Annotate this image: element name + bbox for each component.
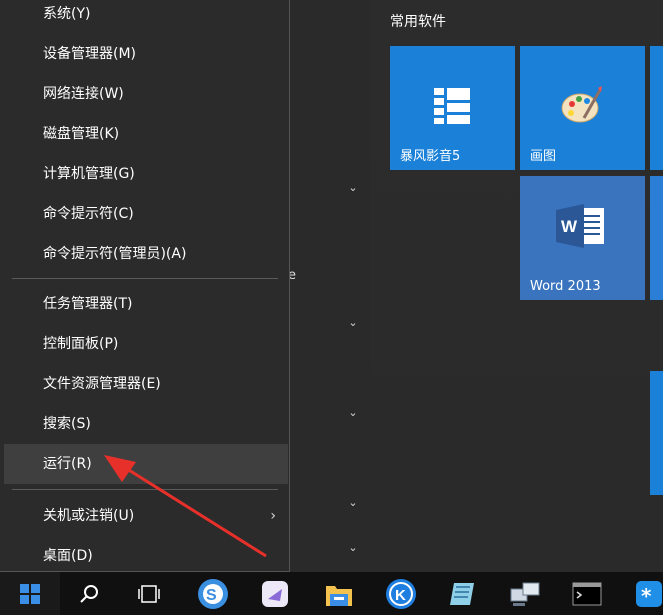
menu-separator	[12, 278, 278, 279]
tile-baofeng[interactable]: 暴风影音5	[390, 46, 515, 170]
word-icon: W	[556, 204, 604, 248]
taskbar: S K *	[0, 572, 663, 615]
search-icon	[80, 584, 98, 603]
kugou-icon: K	[386, 578, 416, 609]
taskbar-app-notepad[interactable]	[440, 572, 486, 615]
tile-group-title: 常用软件	[390, 14, 446, 30]
tile-partial[interactable]	[650, 371, 663, 495]
tile-word-2013[interactable]: W Word 2013	[520, 176, 645, 300]
start-menu-apps-column	[290, 0, 370, 572]
svg-text:*: *	[641, 584, 652, 608]
task-view-button[interactable]	[126, 572, 172, 615]
menu-item-command-prompt[interactable]: 命令提示符(C)	[4, 194, 288, 234]
chevron-down-icon[interactable]: ⌄	[346, 182, 360, 193]
windows-start-icon	[20, 583, 40, 604]
menu-item-disk-management[interactable]: 磁盘管理(K)	[4, 114, 288, 154]
start-button[interactable]	[0, 572, 60, 615]
svg-text:K: K	[395, 587, 406, 604]
svg-text:S: S	[206, 587, 217, 604]
tile-label: 暴风影音5	[400, 149, 461, 164]
menu-item-file-explorer[interactable]: 文件资源管理器(E)	[4, 364, 288, 404]
menu-item-device-manager[interactable]: 设备管理器(M)	[4, 34, 288, 74]
tile-partial[interactable]	[650, 176, 663, 300]
chevron-down-icon[interactable]: ⌄	[346, 317, 360, 328]
tile-label: Word 2013	[530, 279, 601, 294]
notepad-icon	[450, 582, 474, 605]
menu-item-computer-management[interactable]: 计算机管理(G)	[4, 154, 288, 194]
tile-paint[interactable]: 画图	[520, 46, 645, 170]
chevron-down-icon[interactable]: ⌄	[346, 407, 360, 418]
sogou-icon: S	[198, 578, 228, 609]
taskbar-app-star[interactable]: *	[626, 572, 663, 615]
menu-item-task-manager[interactable]: 任务管理器(T)	[4, 284, 288, 324]
app-icon	[262, 580, 288, 607]
taskbar-app-cmd[interactable]	[564, 572, 610, 615]
taskbar-app[interactable]	[252, 572, 298, 615]
task-view-icon	[138, 584, 160, 603]
baofeng-icon	[432, 86, 472, 126]
file-explorer-icon	[326, 585, 352, 606]
chevron-down-icon[interactable]: ⌄	[346, 542, 360, 553]
app-star-icon: *	[636, 580, 662, 608]
taskbar-app-sogou[interactable]: S	[190, 572, 236, 615]
chevron-down-icon[interactable]: ⌄	[346, 497, 360, 508]
menu-item-command-prompt-admin[interactable]: 命令提示符(管理员)(A)	[4, 234, 288, 274]
taskbar-app-file-explorer[interactable]	[316, 572, 362, 615]
paint-palette-icon	[561, 86, 602, 123]
search-button[interactable]	[66, 572, 112, 615]
tile-label: 画图	[530, 149, 557, 164]
cmd-icon	[572, 582, 602, 605]
menu-item-control-panel[interactable]: 控制面板(P)	[4, 324, 288, 364]
tile-partial[interactable]	[650, 46, 663, 170]
menu-item-system[interactable]: 系统(Y)	[4, 0, 288, 34]
menu-item-search[interactable]: 搜索(S)	[4, 404, 288, 444]
annotation-arrow	[104, 455, 267, 558]
network-icon	[510, 582, 540, 606]
svg-text:W: W	[561, 217, 578, 236]
menu-item-network-connections[interactable]: 网络连接(W)	[4, 74, 288, 114]
taskbar-app-kugou[interactable]: K	[378, 572, 424, 615]
taskbar-app-network[interactable]	[502, 572, 548, 615]
